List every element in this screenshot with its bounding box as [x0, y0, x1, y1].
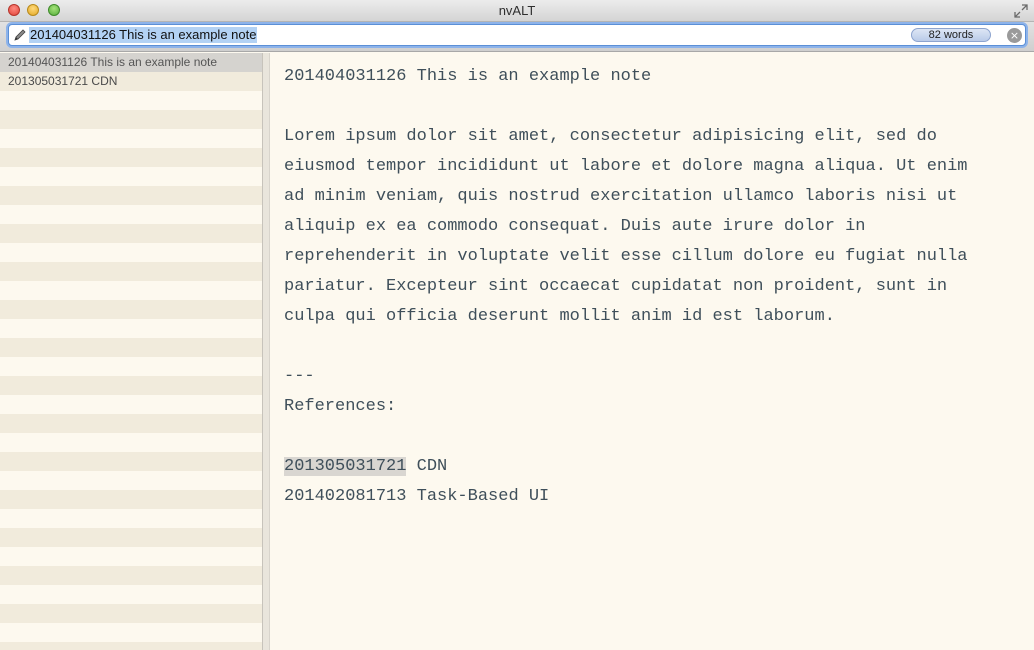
reference-link[interactable]: 201305031721	[284, 457, 407, 476]
body-line: pariatur. Excepteur sint occaecat cupida…	[284, 277, 948, 296]
search-input-value[interactable]: 201404031126 This is an example note	[29, 27, 258, 43]
reference-item: 201402081713 Task-Based UI	[284, 482, 1026, 512]
pencil-icon	[14, 29, 26, 41]
reference-title: CDN	[406, 457, 448, 476]
title-bar: nvALT	[0, 0, 1034, 22]
body-line: ad minim veniam, quis nostrud exercitati…	[284, 187, 958, 206]
note-list-item[interactable]: 201305031721 CDN	[0, 72, 262, 91]
note-title-line: 201404031126 This is an example note	[284, 67, 652, 86]
reference-link[interactable]: 201402081713	[284, 487, 406, 506]
notes-list[interactable]: 201404031126 This is an example note 201…	[0, 53, 262, 650]
window-title: nvALT	[498, 3, 536, 18]
note-list-item[interactable]: 201404031126 This is an example note	[0, 53, 262, 72]
body-line: reprehenderit in voluptate velit esse ci…	[284, 247, 968, 266]
note-editor[interactable]: 201404031126 This is an example note Lor…	[270, 53, 1034, 650]
word-count-badge: 82 words	[911, 28, 991, 42]
split-view-divider[interactable]	[262, 53, 270, 650]
body-line: culpa qui officia deserunt mollit anim i…	[284, 307, 835, 326]
body-line: eiusmod tempor incididunt ut labore et d…	[284, 157, 968, 176]
fullscreen-icon[interactable]	[1014, 4, 1028, 18]
separator-line: ---	[284, 367, 315, 386]
references-heading: References:	[284, 397, 397, 416]
body-line: aliquip ex ea commodo consequat. Duis au…	[284, 217, 866, 236]
toolbar: 201404031126 This is an example note 82 …	[0, 22, 1034, 52]
search-input[interactable]: 201404031126 This is an example note 82 …	[8, 24, 1026, 46]
reference-item: 201305031721 CDN	[284, 452, 1026, 482]
clear-search-icon[interactable]: ×	[1007, 28, 1022, 43]
body-line: Lorem ipsum dolor sit amet, consectetur …	[284, 127, 937, 146]
reference-title: Task-Based UI	[406, 487, 550, 506]
